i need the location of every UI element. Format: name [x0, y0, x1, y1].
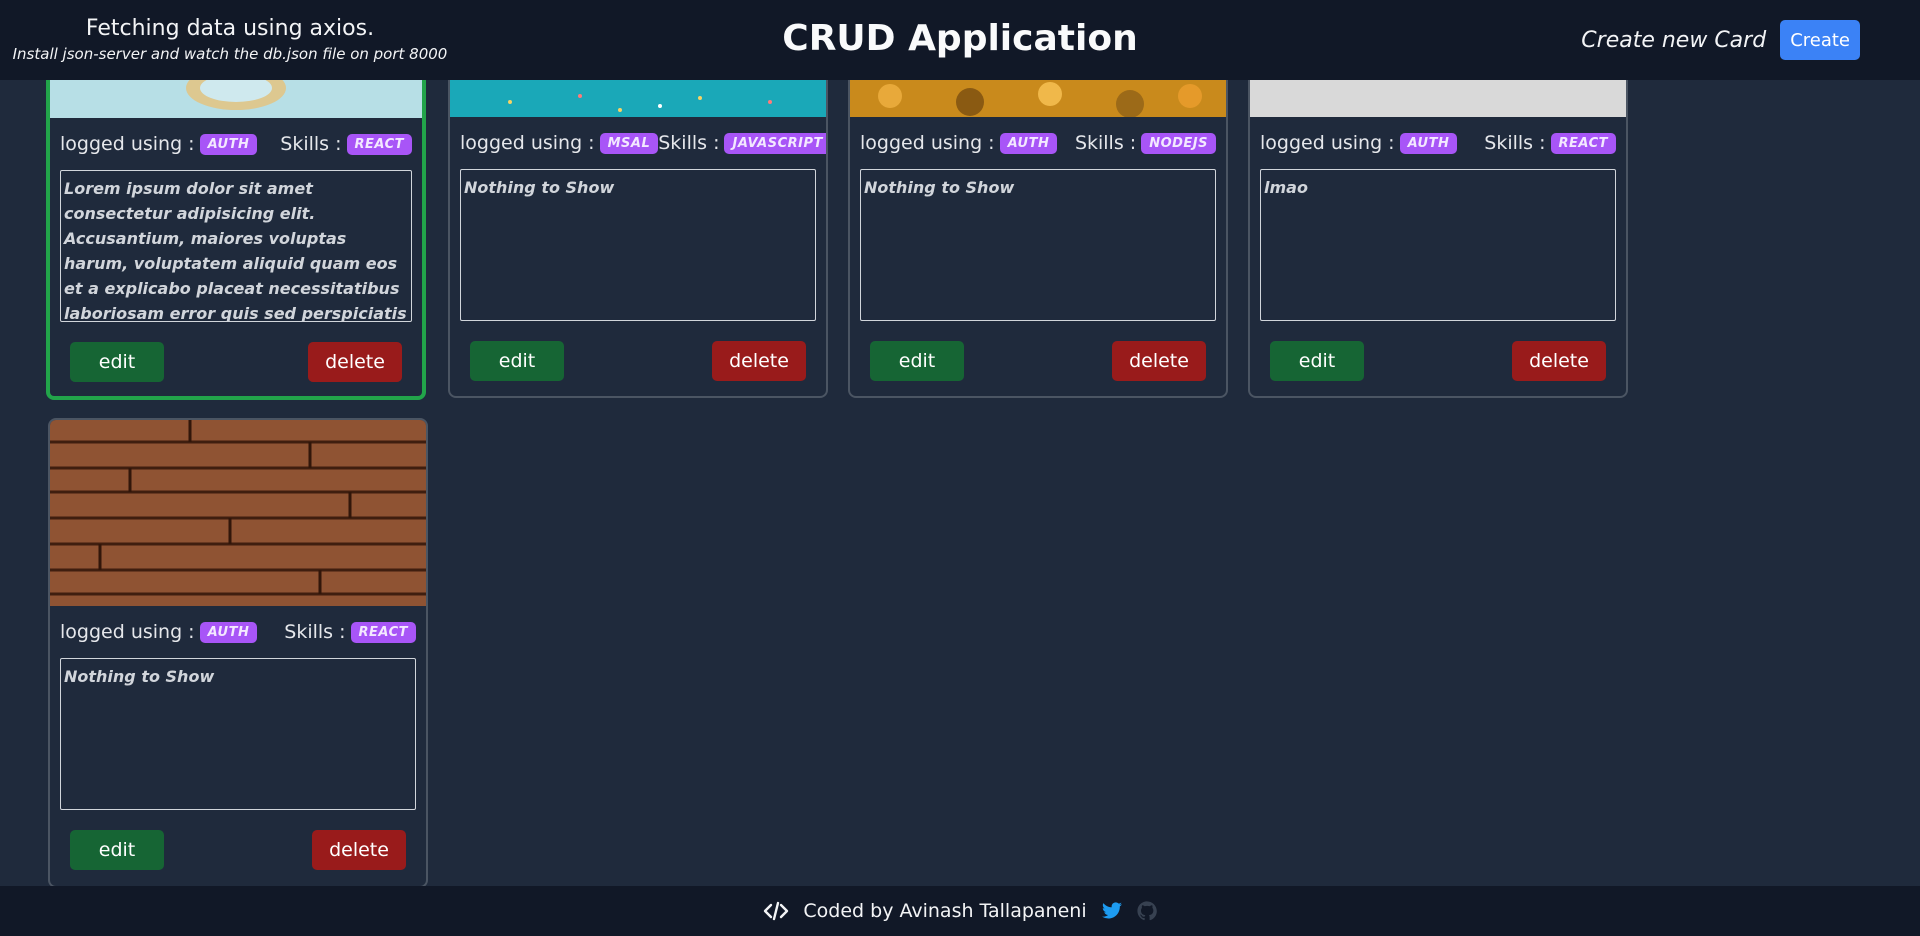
card-meta: logged using : AUTH Skills : NODEJS [850, 117, 1226, 169]
card-description: Nothing to Show [60, 658, 416, 810]
twitter-icon[interactable] [1101, 902, 1123, 920]
skill-badge: REACT [350, 621, 416, 643]
edit-button[interactable]: edit [70, 342, 164, 382]
skill-badge: REACT [346, 133, 412, 155]
skill-badge: JAVASCRIPT [724, 132, 826, 154]
skills-label: Skills : [1074, 132, 1137, 154]
create-section: Create new Card Create [1581, 20, 1860, 60]
card-description: lmao [1260, 169, 1616, 321]
header-info: Fetching data using axios. Install json-… [10, 14, 450, 64]
header-subtitle: Install json-server and watch the db.jso… [12, 45, 448, 63]
footer-credit: Coded by Avinash Tallapaneni [803, 900, 1087, 922]
card-meta: logged using : AUTH Skills : REACT [1250, 117, 1626, 169]
card-meta: logged using : MSAL Skills : JAVASCRIPT [450, 117, 826, 169]
delete-button[interactable]: delete [712, 341, 806, 381]
card-description: Lorem ipsum dolor sit amet consectetur a… [60, 170, 412, 322]
skill-badge: REACT [1550, 132, 1616, 154]
auth-badge: AUTH [199, 133, 258, 155]
card-description: Nothing to Show [860, 169, 1216, 321]
logged-label: logged using : [60, 621, 195, 643]
delete-button[interactable]: delete [308, 342, 402, 382]
skills-label: Skills : [280, 133, 342, 155]
top-header: Fetching data using axios. Install json-… [0, 0, 1920, 80]
logged-label: logged using : [60, 133, 195, 155]
logged-label: logged using : [460, 132, 595, 154]
skills-label: Skills : [658, 132, 720, 154]
auth-badge: AUTH [999, 132, 1058, 154]
skills-label: Skills : [1484, 132, 1546, 154]
edit-button[interactable]: edit [1270, 341, 1364, 381]
card-description: Nothing to Show [460, 169, 816, 321]
edit-button[interactable]: edit [870, 341, 964, 381]
card-image [50, 420, 426, 606]
auth-badge: AUTH [1399, 132, 1458, 154]
footer: Coded by Avinash Tallapaneni [0, 886, 1920, 936]
github-icon[interactable] [1137, 901, 1157, 921]
delete-button[interactable]: delete [1112, 341, 1206, 381]
skills-label: Skills : [284, 621, 346, 643]
skill-badge: NODEJS [1141, 132, 1216, 154]
auth-badge: MSAL [599, 132, 659, 154]
header-title: Fetching data using axios. [85, 16, 375, 41]
delete-button[interactable]: delete [312, 830, 406, 870]
edit-button[interactable]: edit [70, 830, 164, 870]
auth-badge: AUTH [199, 621, 258, 643]
card: logged using : AUTH Skills : REACT Nothing… [48, 418, 428, 888]
create-label: Create new Card [1581, 27, 1767, 53]
create-button[interactable]: Create [1780, 20, 1860, 60]
code-icon [763, 901, 789, 921]
card-meta: logged using : AUTH Skills : REACT [50, 606, 426, 658]
edit-button[interactable]: edit [470, 341, 564, 381]
logged-label: logged using : [860, 132, 995, 154]
logged-label: logged using : [1260, 132, 1395, 154]
delete-button[interactable]: delete [1512, 341, 1606, 381]
card-meta: logged using : AUTH Skills : REACT [50, 118, 422, 170]
